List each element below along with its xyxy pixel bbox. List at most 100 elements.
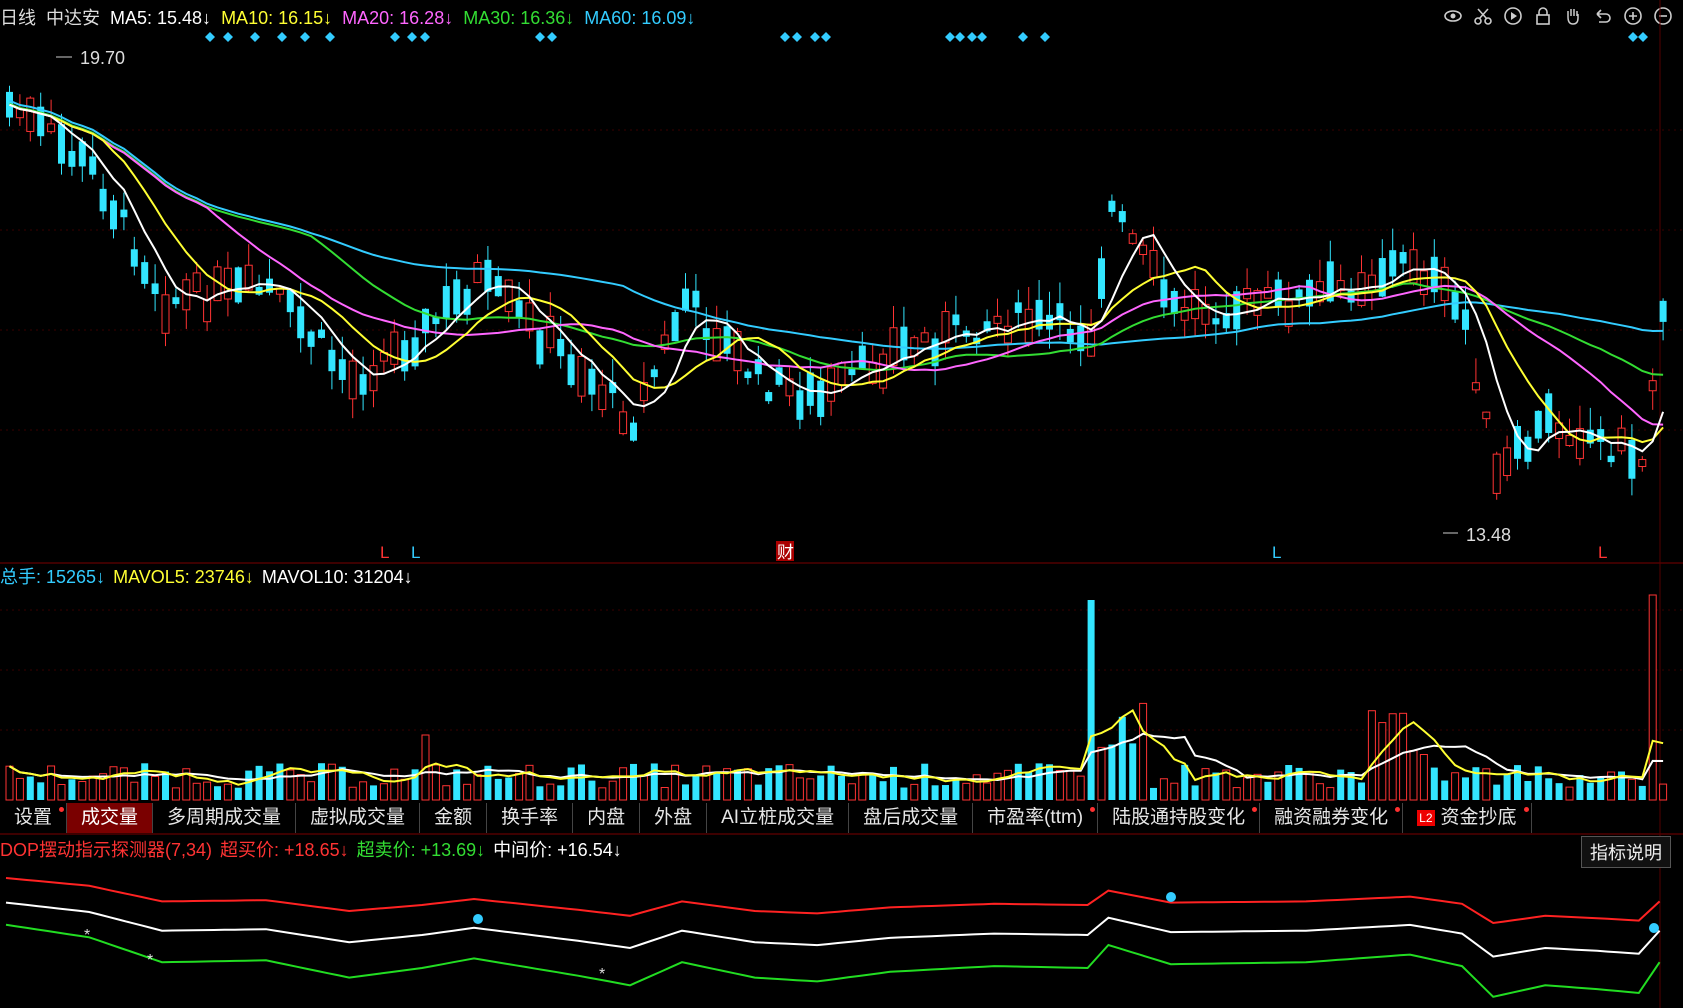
candle <box>1638 459 1647 468</box>
tab-inner[interactable]: 内盘 <box>573 803 641 833</box>
volume-bar <box>338 766 346 800</box>
volume-bar <box>993 772 1002 801</box>
signal-diamond <box>1628 32 1638 42</box>
tab-volume[interactable]: 成交量 <box>67 803 154 833</box>
mavol10-label: MAVOL10: 31204↓ <box>262 567 413 587</box>
candle <box>348 360 357 400</box>
volume-bar <box>348 786 357 801</box>
volume-bar <box>858 772 867 801</box>
volume-bar <box>57 784 66 801</box>
volume-bar <box>1409 750 1418 801</box>
signal-diamond <box>945 32 955 42</box>
volume-bar <box>847 783 856 801</box>
candle <box>1648 380 1657 392</box>
candle <box>536 330 544 365</box>
tab-amount[interactable]: 金额 <box>420 803 488 833</box>
dop-mid-line <box>5 901 1661 958</box>
indicator-help-button[interactable]: 指标说明 <box>1581 836 1671 868</box>
candle <box>359 374 367 395</box>
volume-bar <box>1503 773 1511 800</box>
volume-bar <box>619 767 628 801</box>
volume-bar <box>1139 702 1148 801</box>
candle <box>567 354 575 386</box>
candle <box>1149 249 1158 279</box>
oversold-label: 超卖价: +13.69↓ <box>357 840 486 860</box>
candle <box>1534 410 1542 439</box>
candle <box>110 200 117 230</box>
tab-turnover[interactable]: 换手率 <box>487 803 574 833</box>
candle <box>453 279 461 315</box>
low-price-marker: 13.48 <box>1443 525 1511 545</box>
volume-bar <box>827 765 835 800</box>
tab-outer[interactable]: 外盘 <box>640 803 708 833</box>
candle <box>223 267 232 300</box>
candle <box>192 272 201 293</box>
marker-l: L <box>1598 543 1607 562</box>
volume-header: 总手: 15265↓ MAVOL5: 23746↓ MAVOL10: 31204↓ <box>0 567 413 587</box>
candle <box>598 384 607 411</box>
candle <box>390 331 399 365</box>
tab-pe-ttm[interactable]: 市盈率(ttm) <box>973 803 1099 833</box>
volume-bar <box>245 770 253 800</box>
tab-ai-volume[interactable]: AI立桩成交量 <box>707 803 850 833</box>
volume-bar <box>713 772 721 800</box>
volume-bar <box>1129 743 1137 800</box>
volume-bar <box>578 764 585 800</box>
candle <box>1098 258 1105 299</box>
volume-bar <box>1305 771 1314 801</box>
candle <box>515 300 523 319</box>
finance-marker[interactable]: 财 <box>777 543 794 562</box>
ma60-line <box>9 99 1664 350</box>
candle <box>1014 302 1022 313</box>
volume-bar <box>1046 764 1053 800</box>
tab-after-hours-volume[interactable]: 盘后成交量 <box>849 803 974 833</box>
volume-bar <box>1358 782 1365 800</box>
dop-signal-dots <box>473 892 1659 933</box>
candle <box>1575 428 1584 459</box>
volume-bar <box>370 785 377 800</box>
tab-settings[interactable]: 设置 <box>0 803 68 833</box>
candle <box>941 311 950 344</box>
candle <box>328 349 336 372</box>
mavol5-label: MAVOL5: 23746↓ <box>113 567 254 587</box>
indicator-tabs: 设置 成交量 多周期成交量 虚拟成交量 金额 换手率 内盘 外盘 AI立桩成交量… <box>0 803 1683 833</box>
volume-bar <box>630 763 637 800</box>
candle <box>504 279 513 313</box>
candle <box>817 380 825 417</box>
tab-northbound-holdings[interactable]: 陆股通持股变化 <box>1098 803 1261 833</box>
volume-bar <box>1118 716 1126 800</box>
candle <box>1170 290 1178 314</box>
volume-bar <box>838 775 845 800</box>
signal-diamond <box>250 32 260 42</box>
tab-margin-trading[interactable]: 融资融券变化 <box>1260 803 1404 833</box>
volume-bar <box>1170 782 1179 801</box>
volume-bar <box>453 769 461 800</box>
volume-bar <box>1462 777 1469 800</box>
signal-diamond <box>955 32 965 42</box>
candle <box>993 315 1002 324</box>
candle <box>318 329 325 338</box>
candle <box>99 188 107 212</box>
volume-bar <box>650 763 658 800</box>
signal-diamond <box>223 32 233 42</box>
volume-bar <box>952 780 960 800</box>
volume-bar <box>734 769 741 800</box>
volume-bar <box>983 782 992 801</box>
candle <box>1160 279 1168 308</box>
tab-virtual-volume[interactable]: 虚拟成交量 <box>296 803 421 833</box>
candle <box>234 267 242 303</box>
volume-bar <box>1555 783 1563 800</box>
candle <box>952 314 960 326</box>
candle <box>900 326 908 361</box>
tab-bottom-fishing[interactable]: L2 资金抄底 <box>1403 803 1532 833</box>
volume-bar <box>1315 783 1324 801</box>
volume-bar <box>141 763 149 800</box>
signal-diamond <box>810 32 820 42</box>
tab-multi-period-volume[interactable]: 多周期成交量 <box>153 803 297 833</box>
candle <box>1389 250 1397 277</box>
dop-overbought-line <box>5 877 1661 925</box>
volume-bar <box>588 780 596 800</box>
candle <box>1471 382 1480 391</box>
candle <box>744 371 752 379</box>
volume-bar <box>192 782 201 801</box>
